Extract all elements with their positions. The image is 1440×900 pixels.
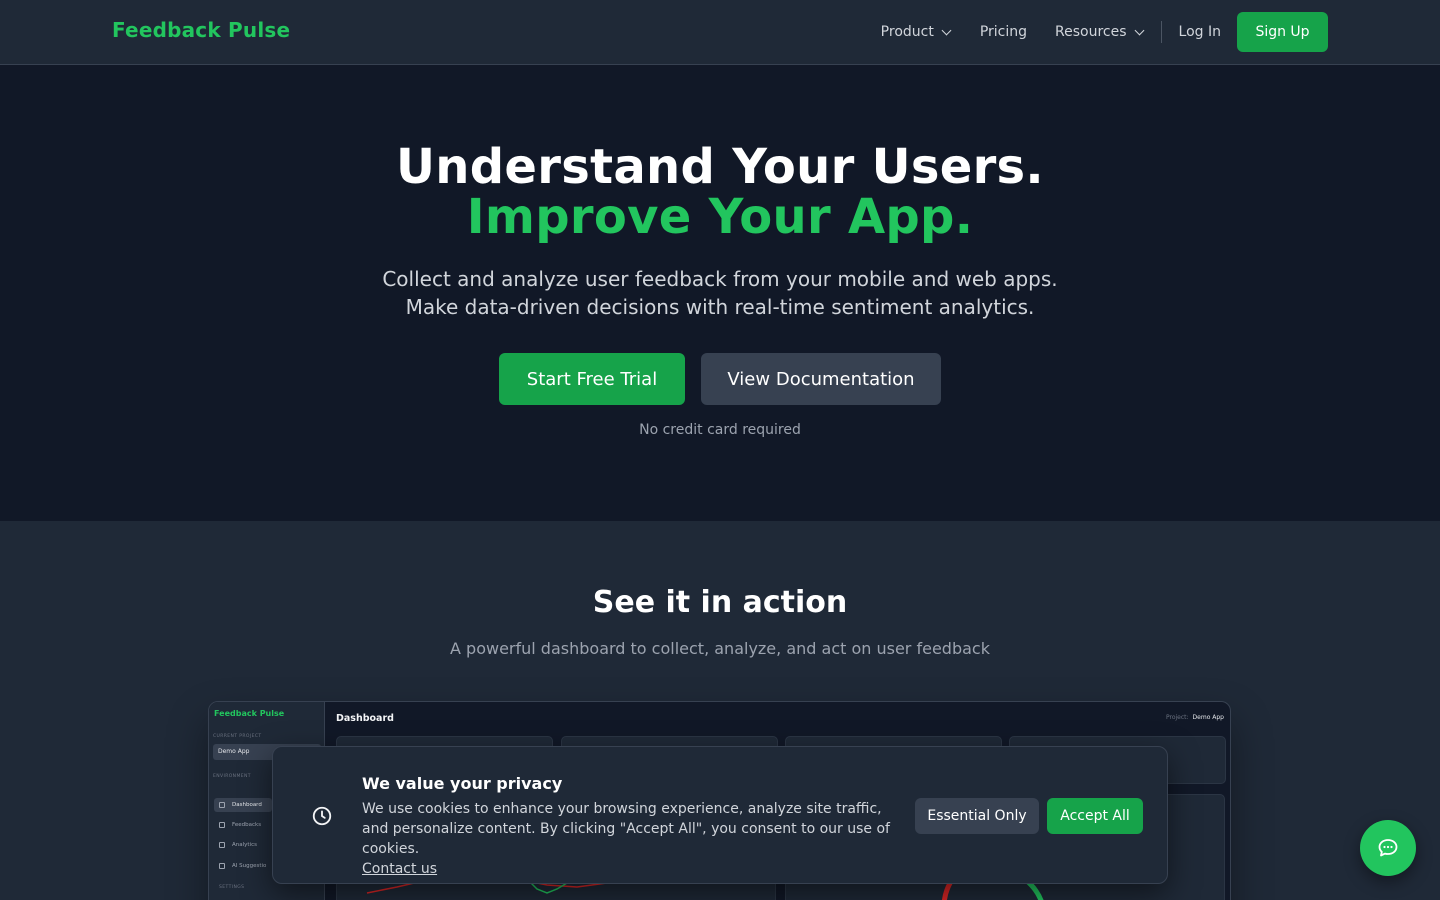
- nav-resources-dropdown[interactable]: Resources: [1055, 24, 1144, 40]
- preview-project-value: Demo App: [1192, 714, 1224, 721]
- preview-page-title: Dashboard: [336, 713, 394, 724]
- hero-subtitle-line2: Make data-driven decisions with real-tim…: [405, 295, 1035, 319]
- lightbulb-icon: [219, 863, 225, 869]
- home-icon: [219, 802, 225, 808]
- top-navbar: Feedback Pulse Product Pricing Resources…: [0, 0, 1440, 65]
- chevron-down-icon: [941, 25, 952, 35]
- section-title: See it in action: [592, 585, 848, 620]
- nav-divider: [1160, 21, 1162, 43]
- clock-icon: [312, 806, 332, 826]
- message-icon: [219, 822, 225, 828]
- chevron-down-icon: [1134, 25, 1144, 35]
- section-subtitle: A powerful dashboard to collect, analyze…: [450, 639, 990, 658]
- hero-buttons: Start Free Trial View Documentation: [0, 353, 1440, 405]
- preview-menu-ai-suggestions: AI Suggestio: [214, 859, 272, 873]
- preview-menu-label: Dashboard: [232, 802, 262, 808]
- brand-logo[interactable]: Feedback Pulse: [112, 18, 290, 42]
- preview-project-label: Project:: [1165, 714, 1189, 721]
- preview-menu-label: Feedbacks: [232, 822, 262, 828]
- login-link[interactable]: Log In: [1179, 24, 1221, 40]
- start-free-trial-button[interactable]: Start Free Trial: [499, 353, 685, 405]
- preview-menu-analytics: Analytics: [214, 838, 272, 852]
- preview-menu-dashboard: Dashboard: [214, 798, 272, 812]
- nav-pricing-link[interactable]: Pricing: [980, 24, 1027, 40]
- preview-menu-feedbacks: Feedbacks: [214, 818, 272, 832]
- preview-environment-label: ENVIRONMENT: [213, 774, 251, 779]
- cookie-description: We use cookies to enhance your browsing …: [362, 799, 902, 879]
- signup-button[interactable]: Sign Up: [1237, 12, 1328, 52]
- preview-project-indicator: Project: Demo App: [1166, 714, 1224, 721]
- hero-subtitle-line1: Collect and analyze user feedback from y…: [382, 267, 1058, 291]
- preview-current-project-label: CURRENT PROJECT: [213, 734, 262, 739]
- preview-settings-label: SETTINGS: [219, 885, 245, 890]
- contact-us-link[interactable]: Contact us: [362, 861, 437, 877]
- hero-title-line2: Improve Your App.: [466, 189, 974, 245]
- cookie-title: We value your privacy: [362, 774, 563, 793]
- hero-section: Understand Your Users. Improve Your App.…: [0, 65, 1440, 521]
- preview-menu-label: Analytics: [232, 842, 257, 848]
- essential-only-button[interactable]: Essential Only: [915, 798, 1039, 834]
- bar-chart-icon: [219, 842, 225, 848]
- view-documentation-button[interactable]: View Documentation: [701, 353, 941, 405]
- nav-product-label: Product: [880, 24, 934, 40]
- chat-bubble-icon: [1378, 839, 1398, 857]
- hero-subtitle: Collect and analyze user feedback from y…: [0, 265, 1440, 321]
- chat-button[interactable]: [1360, 820, 1416, 876]
- preview-menu-label: AI Suggestio: [232, 863, 267, 869]
- nav-resources-label: Resources: [1055, 24, 1127, 40]
- preview-brand: Feedback Pulse: [214, 709, 285, 718]
- accept-all-button[interactable]: Accept All: [1047, 798, 1143, 834]
- nav-links: Product Pricing Resources Log In Sign Up: [881, 12, 1328, 52]
- hero-title-line1: Understand Your Users.: [396, 139, 1044, 195]
- nav-product-dropdown[interactable]: Product: [880, 24, 952, 40]
- cookie-text: We use cookies to enhance your browsing …: [362, 801, 890, 857]
- cookie-consent-banner: We value your privacy We use cookies to …: [272, 746, 1168, 884]
- no-credit-card-note: No credit card required: [639, 422, 801, 438]
